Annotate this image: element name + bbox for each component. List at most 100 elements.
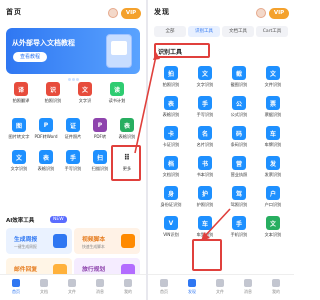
carousel-indicator (68, 66, 80, 81)
tab-icon (244, 279, 252, 287)
tool-tile[interactable]: 公公式识别 (226, 96, 252, 130)
category-tab[interactable]: 识别工具 (188, 26, 220, 37)
tool-icon: 档 (164, 156, 178, 170)
home-screen: 首页 VIP 从外部导入文档教程 查看教程 译拍照翻译识拍照识别文文字识读读书计… (0, 0, 146, 300)
avatar[interactable] (108, 8, 118, 18)
tool-icon: 户 (266, 186, 280, 200)
tool-tile[interactable]: 户户口识别 (260, 186, 286, 220)
tool-icon: 车 (266, 126, 280, 140)
category-tab[interactable]: Cart工具 (256, 26, 288, 37)
tool-icon: 护 (198, 186, 212, 200)
tab-icon (216, 279, 224, 287)
category-tabs: 全部 识别工具 文档工具 Cart工具 (154, 26, 290, 38)
category-tab[interactable]: 全部 (154, 26, 186, 37)
tool-tile[interactable]: 档文档识别 (158, 156, 184, 190)
tool-icon: 译 (14, 82, 28, 96)
tool-icon: 文 (266, 216, 280, 230)
tool-label: 截图识别 (230, 82, 248, 87)
tool-icon: 文 (12, 150, 26, 164)
highlight-section-title (154, 43, 210, 58)
tool-tile[interactable]: 发发票识别 (260, 156, 286, 190)
tool-tile[interactable]: 名名片识别 (192, 126, 218, 160)
tool-label: 拍照翻译 (12, 98, 30, 103)
tab-icon (40, 279, 48, 287)
tool-label: 公式识别 (230, 112, 248, 117)
tool-icon: 书 (198, 156, 212, 170)
tool-tile[interactable]: 文文字识别 (192, 66, 218, 100)
tab-item[interactable]: 文档 (34, 279, 54, 295)
tool-tile[interactable]: 车车牌识别 (260, 126, 286, 160)
tab-item[interactable]: 消息 (238, 279, 258, 295)
tool-icon: 名 (198, 126, 212, 140)
page-title: 发现 (154, 8, 170, 16)
tool-icon: 卡 (164, 126, 178, 140)
tab-item[interactable]: 文件 (210, 279, 230, 295)
tool-icon: 营 (232, 156, 246, 170)
tool-tile[interactable]: 码条码识别 (226, 126, 252, 160)
home-header: 首页 VIP (0, 0, 146, 26)
tab-label: 首页 (12, 289, 20, 294)
tab-item[interactable]: 首页 (6, 279, 26, 295)
tool-tile[interactable]: V VIN识别 (158, 216, 184, 250)
tool-tile[interactable]: 文文本识别 (260, 216, 286, 250)
card-subtitle: 一键生成周报 (14, 244, 37, 249)
tab-item[interactable]: 我的 (266, 279, 286, 295)
vip-badge[interactable]: VIP (269, 8, 289, 19)
tool-icon: 读 (110, 82, 124, 96)
tool-tile[interactable]: 票票据识别 (260, 96, 286, 130)
tool-icon: 表 (164, 96, 178, 110)
tab-icon (96, 279, 104, 287)
ai-tool-card[interactable]: 视频脚本 快速生成脚本 (74, 228, 140, 254)
tab-item[interactable]: 首页 (154, 279, 174, 295)
tool-icon: 文 (266, 66, 280, 80)
bottom-tabbar: 首页 发现 文件 消息 我的 (148, 274, 294, 300)
bottom-tabbar: 首页 文档 文件 消息 我的 (0, 274, 146, 300)
tool-tile[interactable]: 读读书计划 (104, 82, 130, 116)
ai-tool-card[interactable]: 生成周报 一键生成周报 (6, 228, 72, 254)
card-icon (53, 234, 67, 248)
page-title: 首页 (6, 8, 22, 16)
tool-tile[interactable]: 文文字识 (72, 82, 98, 116)
tutorial-banner[interactable]: 从外部导入文档教程 查看教程 (6, 28, 140, 81)
tool-tile[interactable]: 识拍照识别 (40, 82, 66, 116)
tool-label: 票据识别 (264, 112, 282, 117)
tool-label: 书本识别 (196, 172, 214, 177)
arrow-to-tile (201, 208, 231, 241)
tool-tile[interactable]: 截截图识别 (226, 66, 252, 100)
tool-icon: 文 (198, 66, 212, 80)
arrow-to-section (134, 52, 160, 154)
tool-label: 车牌识别 (264, 142, 282, 147)
tool-label: VIN识别 (163, 232, 179, 237)
tool-tile[interactable]: 译拍照翻译 (8, 82, 34, 116)
tool-tile[interactable]: 文文件识别 (260, 66, 286, 100)
category-tab[interactable]: 文档工具 (222, 26, 254, 37)
tab-item[interactable]: 发现 (182, 279, 202, 295)
tool-label: 户口识别 (264, 202, 282, 207)
view-tutorial-button[interactable]: 查看教程 (13, 52, 47, 62)
tool-icon: 识 (46, 82, 60, 96)
card-title: 视频脚本 (82, 237, 106, 243)
tab-item[interactable]: 消息 (90, 279, 110, 295)
tool-label: 文件识别 (264, 82, 282, 87)
tool-icon: 扫 (93, 150, 107, 164)
tool-tile[interactable]: 书书本识别 (192, 156, 218, 190)
avatar[interactable] (256, 8, 266, 18)
tab-label: 我的 (272, 289, 280, 294)
ai-tools-title: AI效率工具 (6, 218, 35, 224)
tab-item[interactable]: 文件 (62, 279, 82, 295)
tab-icon (12, 279, 20, 287)
tool-icon: 码 (232, 126, 246, 140)
tool-tile[interactable]: 身身份证识别 (158, 186, 184, 220)
tool-icon: 发 (266, 156, 280, 170)
tool-label: 文档识别 (162, 172, 180, 177)
tab-icon (188, 279, 196, 287)
tool-label: 发票识别 (264, 172, 282, 177)
tool-tile[interactable]: 营营业执照 (226, 156, 252, 190)
tool-tile[interactable]: 手手写识别 (192, 96, 218, 130)
tool-label: 身份证识别 (160, 202, 182, 207)
vip-badge[interactable]: VIP (121, 8, 141, 19)
screen: 首页 VIP 从外部导入文档教程 查看教程 译拍照翻译识拍照识别文文字识读读书计… (0, 0, 294, 300)
card-title: 邮件回复 (14, 267, 38, 273)
tab-label: 消息 (244, 289, 252, 294)
tab-item[interactable]: 我的 (118, 279, 138, 295)
